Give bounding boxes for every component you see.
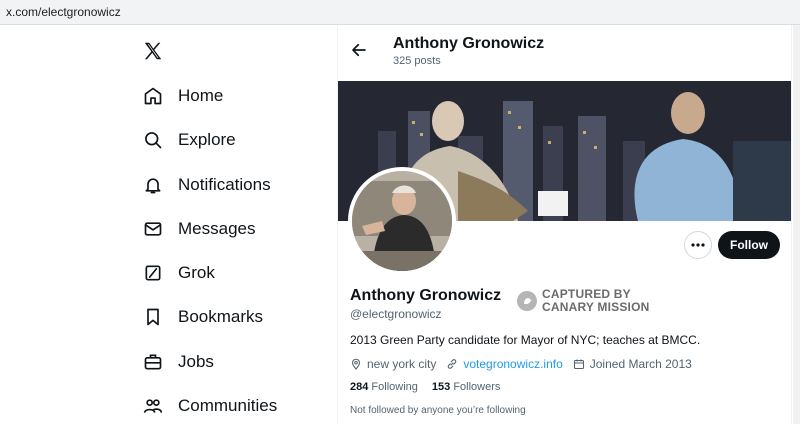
- nav-label: Grok: [178, 263, 215, 282]
- header-name: Anthony Gronowicz: [393, 35, 545, 52]
- following-label: Following: [371, 381, 418, 393]
- nav-communities[interactable]: Communities: [143, 394, 277, 418]
- follow-button[interactable]: Follow: [718, 231, 780, 259]
- followers-link[interactable]: 153 Followers: [432, 381, 501, 393]
- bell-icon: [143, 175, 163, 195]
- nav-messages[interactable]: Messages: [143, 217, 255, 241]
- nav-label: Home: [178, 86, 224, 105]
- back-arrow-icon[interactable]: [350, 41, 368, 59]
- calendar-icon: [573, 359, 584, 370]
- canary-mission-badge: CAPTURED BY CANARY MISSION: [517, 288, 649, 314]
- location-pin-icon: [351, 358, 361, 370]
- followers-label: Followers: [453, 381, 501, 393]
- browser-address-bar[interactable]: x.com/electgronowicz: [0, 0, 800, 25]
- more-options-button[interactable]: [684, 231, 712, 259]
- profile-joined: Joined March 2013: [589, 357, 692, 371]
- link-icon: [448, 359, 457, 369]
- ellipsis-icon: [691, 243, 705, 247]
- header-post-count: 325 posts: [393, 55, 441, 67]
- profile-website-link[interactable]: votegronowicz.info: [463, 357, 562, 371]
- profile-avatar[interactable]: [348, 167, 456, 275]
- profile-bio: 2013 Green Party candidate for Mayor of …: [350, 333, 701, 347]
- nav-label: Explore: [178, 130, 236, 149]
- profile-name: Anthony Gronowicz: [350, 287, 502, 304]
- home-icon: [143, 86, 163, 106]
- nav-label: Notifications: [178, 175, 271, 194]
- nav-label: Messages: [178, 219, 256, 238]
- nav-notifications[interactable]: Notifications: [143, 173, 271, 197]
- badge-line-2: CANARY MISSION: [542, 300, 650, 314]
- following-count: 284: [350, 381, 369, 393]
- followers-count: 153: [431, 381, 451, 393]
- nav-jobs[interactable]: Jobs: [143, 350, 214, 374]
- search-icon: [143, 130, 163, 150]
- profile-meta: new york city votegronowicz.info Joined …: [350, 357, 702, 371]
- bookmark-icon: [143, 307, 163, 327]
- profile-location: new york city: [367, 357, 437, 371]
- page-scrollbar[interactable]: [793, 25, 800, 424]
- nav-label: Jobs: [178, 352, 214, 371]
- not-followed-notice: Not followed by anyone you’re following: [350, 405, 526, 416]
- profile-column: Anthony Gronowicz 325 posts Follow Antho…: [337, 25, 792, 424]
- grok-icon: [143, 263, 163, 283]
- url-text: x.com/electgronowicz: [6, 5, 121, 19]
- mail-icon: [143, 219, 163, 239]
- sidebar: Home Explore Notifications Messages Grok…: [0, 25, 337, 424]
- nav-bookmarks[interactable]: Bookmarks: [143, 305, 263, 329]
- profile-stats: 284 Following 153 Followers: [350, 381, 514, 393]
- x-logo-icon[interactable]: [142, 40, 164, 62]
- profile-handle: @electgronowicz: [350, 307, 442, 321]
- people-icon: [143, 396, 163, 416]
- canary-bird-icon: [517, 291, 537, 311]
- nav-grok[interactable]: Grok: [143, 261, 215, 285]
- nav-explore[interactable]: Explore: [143, 128, 236, 152]
- briefcase-icon: [143, 352, 163, 372]
- nav-label: Communities: [178, 396, 278, 415]
- nav-home[interactable]: Home: [143, 84, 223, 108]
- following-link[interactable]: 284 Following: [350, 381, 418, 393]
- nav-label: Bookmarks: [178, 307, 264, 326]
